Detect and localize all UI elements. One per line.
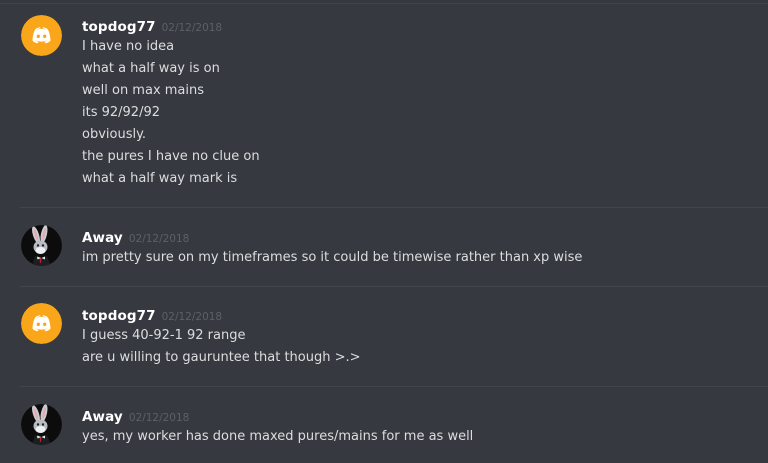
message-line: its 92/92/92: [82, 105, 160, 120]
message-header: topdog77 02/12/2018: [82, 16, 222, 35]
bugs-bunny-avatar-icon: [21, 225, 62, 266]
message-content: I have no idea what a half way is on wel…: [82, 36, 260, 190]
bugs-bunny-avatar-icon: [21, 404, 62, 445]
top-divider: [0, 3, 768, 4]
username[interactable]: Away: [82, 230, 123, 246]
message-line: I guess 40-92-1 92 range: [82, 328, 246, 343]
username[interactable]: topdog77: [82, 308, 156, 324]
message-line: well on max mains: [82, 83, 205, 98]
message-line: what a half way is on: [82, 61, 220, 76]
message-divider: [20, 386, 768, 387]
message-divider: [20, 207, 768, 208]
avatar[interactable]: [21, 303, 62, 344]
message-content: yes, my worker has done maxed pures/main…: [82, 426, 473, 448]
message-header: Away 02/12/2018: [82, 227, 189, 246]
message-line: I have no idea: [82, 39, 175, 54]
message-line: obviously.: [82, 127, 147, 142]
message-divider: [20, 286, 768, 287]
message-content: im pretty sure on my timeframes so it co…: [82, 247, 582, 269]
username[interactable]: topdog77: [82, 19, 156, 35]
timestamp: 02/12/2018: [128, 412, 190, 424]
avatar[interactable]: [21, 225, 62, 266]
discord-logo-icon: [21, 303, 62, 344]
message-content: I guess 40-92-1 92 range are u willing t…: [82, 325, 361, 369]
username[interactable]: Away: [82, 409, 123, 425]
timestamp: 02/12/2018: [128, 233, 190, 245]
message-line: what a half way mark is: [82, 171, 238, 186]
message-header: Away 02/12/2018: [82, 406, 189, 425]
message-line: im pretty sure on my timeframes so it co…: [82, 250, 583, 265]
message-line: the pures I have no clue on: [82, 149, 260, 164]
message-line: are u willing to gauruntee that though >…: [82, 350, 361, 365]
timestamp: 02/12/2018: [161, 311, 223, 323]
discord-logo-icon: [21, 15, 62, 56]
avatar[interactable]: [21, 404, 62, 445]
message-line: yes, my worker has done maxed pures/main…: [82, 429, 474, 444]
message-header: topdog77 02/12/2018: [82, 305, 222, 324]
timestamp: 02/12/2018: [161, 22, 223, 34]
chat-message-list: topdog77 02/12/2018 I have no idea what a…: [0, 0, 768, 463]
avatar[interactable]: [21, 15, 62, 56]
